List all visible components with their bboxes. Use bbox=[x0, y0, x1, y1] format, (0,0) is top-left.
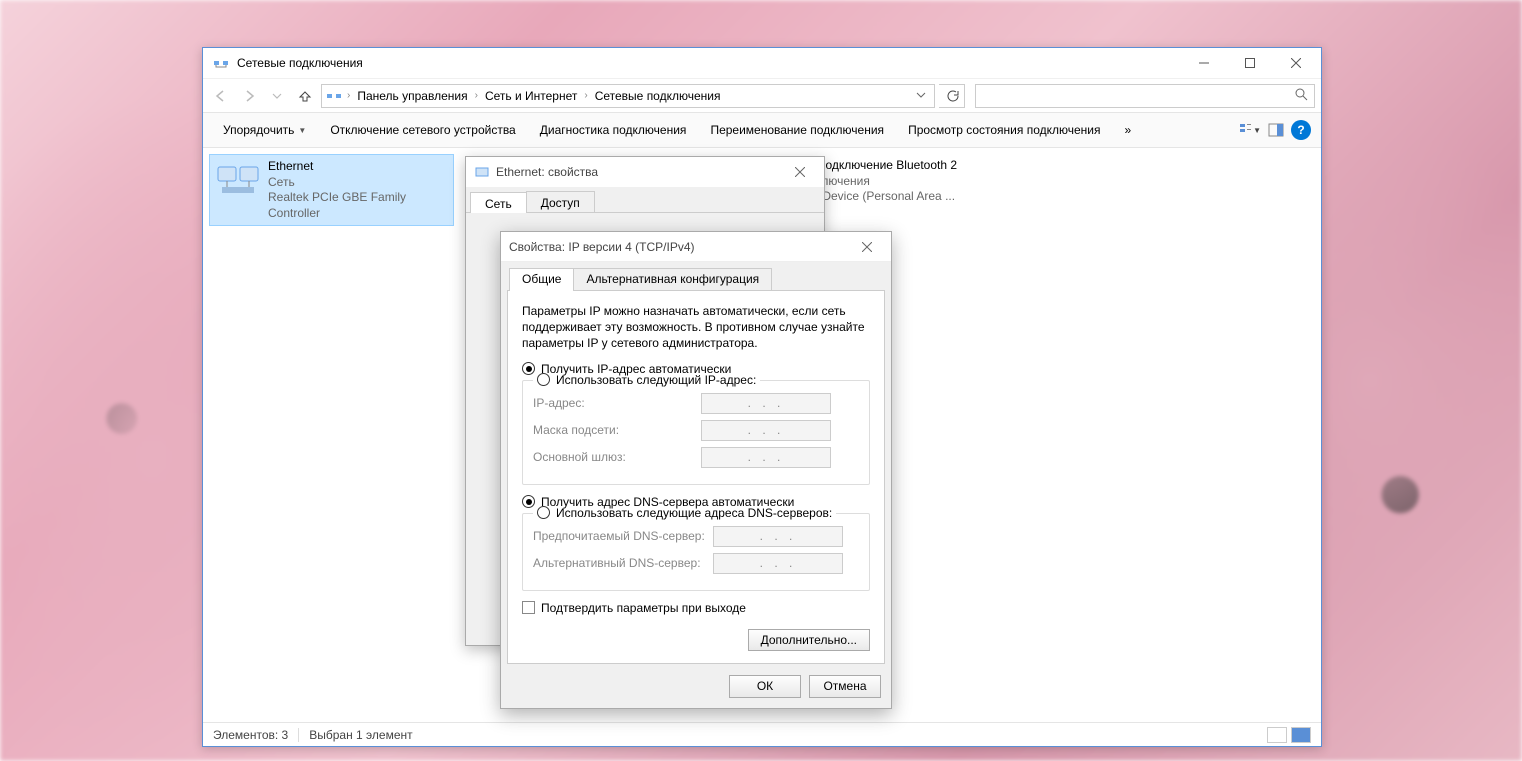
gateway-input[interactable]: . . . bbox=[701, 447, 831, 468]
close-button[interactable] bbox=[1273, 48, 1319, 78]
window-titlebar: Сетевые подключения bbox=[203, 48, 1321, 78]
radio-icon bbox=[537, 506, 550, 519]
adapter-icon bbox=[474, 164, 490, 180]
details-view-icon[interactable] bbox=[1267, 727, 1287, 743]
ip-address-input[interactable]: . . . bbox=[701, 393, 831, 414]
dialog-tabs: Сеть Доступ bbox=[466, 187, 824, 213]
general-panel: Параметры IP можно назначать автоматичес… bbox=[507, 290, 885, 664]
up-button[interactable] bbox=[293, 84, 317, 108]
organize-menu[interactable]: Упорядочить▼ bbox=[213, 119, 316, 141]
preview-pane-icon[interactable] bbox=[1265, 119, 1287, 141]
back-button[interactable] bbox=[209, 84, 233, 108]
large-icons-view-icon[interactable] bbox=[1291, 727, 1311, 743]
breadcrumb-item[interactable]: Сетевые подключения bbox=[591, 85, 725, 107]
ip-address-label: IP-адрес: bbox=[533, 396, 701, 410]
dialog-title: Ethernet: свойства bbox=[496, 165, 784, 179]
subnet-mask-input[interactable]: . . . bbox=[701, 420, 831, 441]
dialog-footer: ОК Отмена bbox=[501, 664, 891, 708]
recent-dropdown[interactable] bbox=[265, 84, 289, 108]
tab-general[interactable]: Общие bbox=[509, 268, 574, 291]
chevron-right-icon[interactable]: › bbox=[474, 90, 479, 101]
advanced-button[interactable]: Дополнительно... bbox=[748, 629, 870, 651]
search-icon bbox=[1294, 87, 1308, 104]
address-dropdown-icon[interactable] bbox=[912, 89, 930, 103]
ipv4-properties-dialog: Свойства: IP версии 4 (TCP/IPv4) Общие А… bbox=[500, 231, 892, 709]
ethernet-adapter-icon bbox=[216, 159, 260, 199]
ipv4-tabs: Общие Альтернативная конфигурация bbox=[507, 268, 885, 291]
radio-icon bbox=[537, 373, 550, 386]
tab-alt-config[interactable]: Альтернативная конфигурация bbox=[573, 268, 772, 291]
minimize-button[interactable] bbox=[1181, 48, 1227, 78]
address-bar[interactable]: › Панель управления › Сеть и Интернет › … bbox=[321, 84, 935, 108]
close-button[interactable] bbox=[851, 235, 883, 259]
tab-network[interactable]: Сеть bbox=[470, 192, 527, 213]
subnet-mask-label: Маска подсети: bbox=[533, 423, 701, 437]
selection-count: Выбран 1 элемент bbox=[309, 728, 412, 742]
forward-button[interactable] bbox=[237, 84, 261, 108]
connection-status: дключения bbox=[809, 174, 957, 190]
connection-name: Ethernet bbox=[268, 159, 447, 175]
dialog-titlebar: Свойства: IP версии 4 (TCP/IPv4) bbox=[501, 232, 891, 262]
alternate-dns-input[interactable]: . . . bbox=[713, 553, 843, 574]
chevron-right-icon[interactable]: › bbox=[346, 90, 351, 101]
disable-device-button[interactable]: Отключение сетевого устройства bbox=[320, 119, 525, 141]
chevron-down-icon: ▼ bbox=[298, 126, 306, 135]
help-icon[interactable]: ? bbox=[1291, 120, 1311, 140]
checkbox-icon bbox=[522, 601, 535, 614]
radio-icon bbox=[522, 362, 535, 375]
radio-icon bbox=[522, 495, 535, 508]
alternate-dns-label: Альтернативный DNS-сервер: bbox=[533, 556, 713, 570]
preferred-dns-input[interactable]: . . . bbox=[713, 526, 843, 547]
network-icon bbox=[213, 55, 229, 71]
info-text: Параметры IP можно назначать автоматичес… bbox=[522, 303, 870, 352]
close-button[interactable] bbox=[784, 160, 816, 184]
window-title: Сетевые подключения bbox=[237, 56, 1181, 70]
breadcrumb-item[interactable]: Панель управления bbox=[353, 85, 471, 107]
ok-button[interactable]: ОК bbox=[729, 675, 801, 698]
rename-button[interactable]: Переименование подключения bbox=[700, 119, 894, 141]
diagnose-button[interactable]: Диагностика подключения bbox=[530, 119, 697, 141]
gateway-label: Основной шлюз: bbox=[533, 450, 701, 464]
status-bar: Элементов: 3 Выбран 1 элемент bbox=[203, 722, 1321, 746]
view-status-button[interactable]: Просмотр состояния подключения bbox=[898, 119, 1110, 141]
validate-on-exit-checkbox[interactable]: Подтвердить параметры при выходе bbox=[522, 601, 870, 615]
connection-device: Realtek PCIe GBE Family Controller bbox=[268, 190, 447, 221]
connection-device: th Device (Personal Area ... bbox=[809, 189, 957, 205]
command-toolbar: Упорядочить▼ Отключение сетевого устройс… bbox=[203, 112, 1321, 148]
view-options-icon[interactable]: ▼ bbox=[1239, 119, 1261, 141]
tab-sharing[interactable]: Доступ bbox=[526, 191, 595, 212]
radio-use-ip-manual[interactable]: Использовать следующий IP-адрес: bbox=[533, 373, 760, 387]
connection-name: е подключение Bluetooth 2 bbox=[809, 158, 957, 174]
item-count: Элементов: 3 bbox=[213, 728, 288, 742]
preferred-dns-label: Предпочитаемый DNS-сервер: bbox=[533, 529, 713, 543]
connection-item-ethernet[interactable]: Ethernet Сеть Realtek PCIe GBE Family Co… bbox=[209, 154, 454, 226]
chevron-right-icon[interactable]: › bbox=[583, 90, 588, 101]
breadcrumb-item[interactable]: Сеть и Интернет bbox=[481, 85, 581, 107]
maximize-button[interactable] bbox=[1227, 48, 1273, 78]
navigation-row: › Панель управления › Сеть и Интернет › … bbox=[203, 78, 1321, 112]
network-icon bbox=[326, 88, 342, 104]
search-input[interactable] bbox=[975, 84, 1315, 108]
connection-item-bluetooth[interactable]: е подключение Bluetooth 2 дключения th D… bbox=[803, 154, 1103, 209]
toolbar-overflow[interactable]: » bbox=[1115, 119, 1142, 141]
refresh-button[interactable] bbox=[939, 84, 965, 108]
dialog-titlebar: Ethernet: свойства bbox=[466, 157, 824, 187]
cancel-button[interactable]: Отмена bbox=[809, 675, 881, 698]
radio-use-dns-manual[interactable]: Использовать следующие адреса DNS-сервер… bbox=[533, 506, 836, 520]
dialog-title: Свойства: IP версии 4 (TCP/IPv4) bbox=[509, 240, 851, 254]
connection-status: Сеть bbox=[268, 175, 447, 191]
